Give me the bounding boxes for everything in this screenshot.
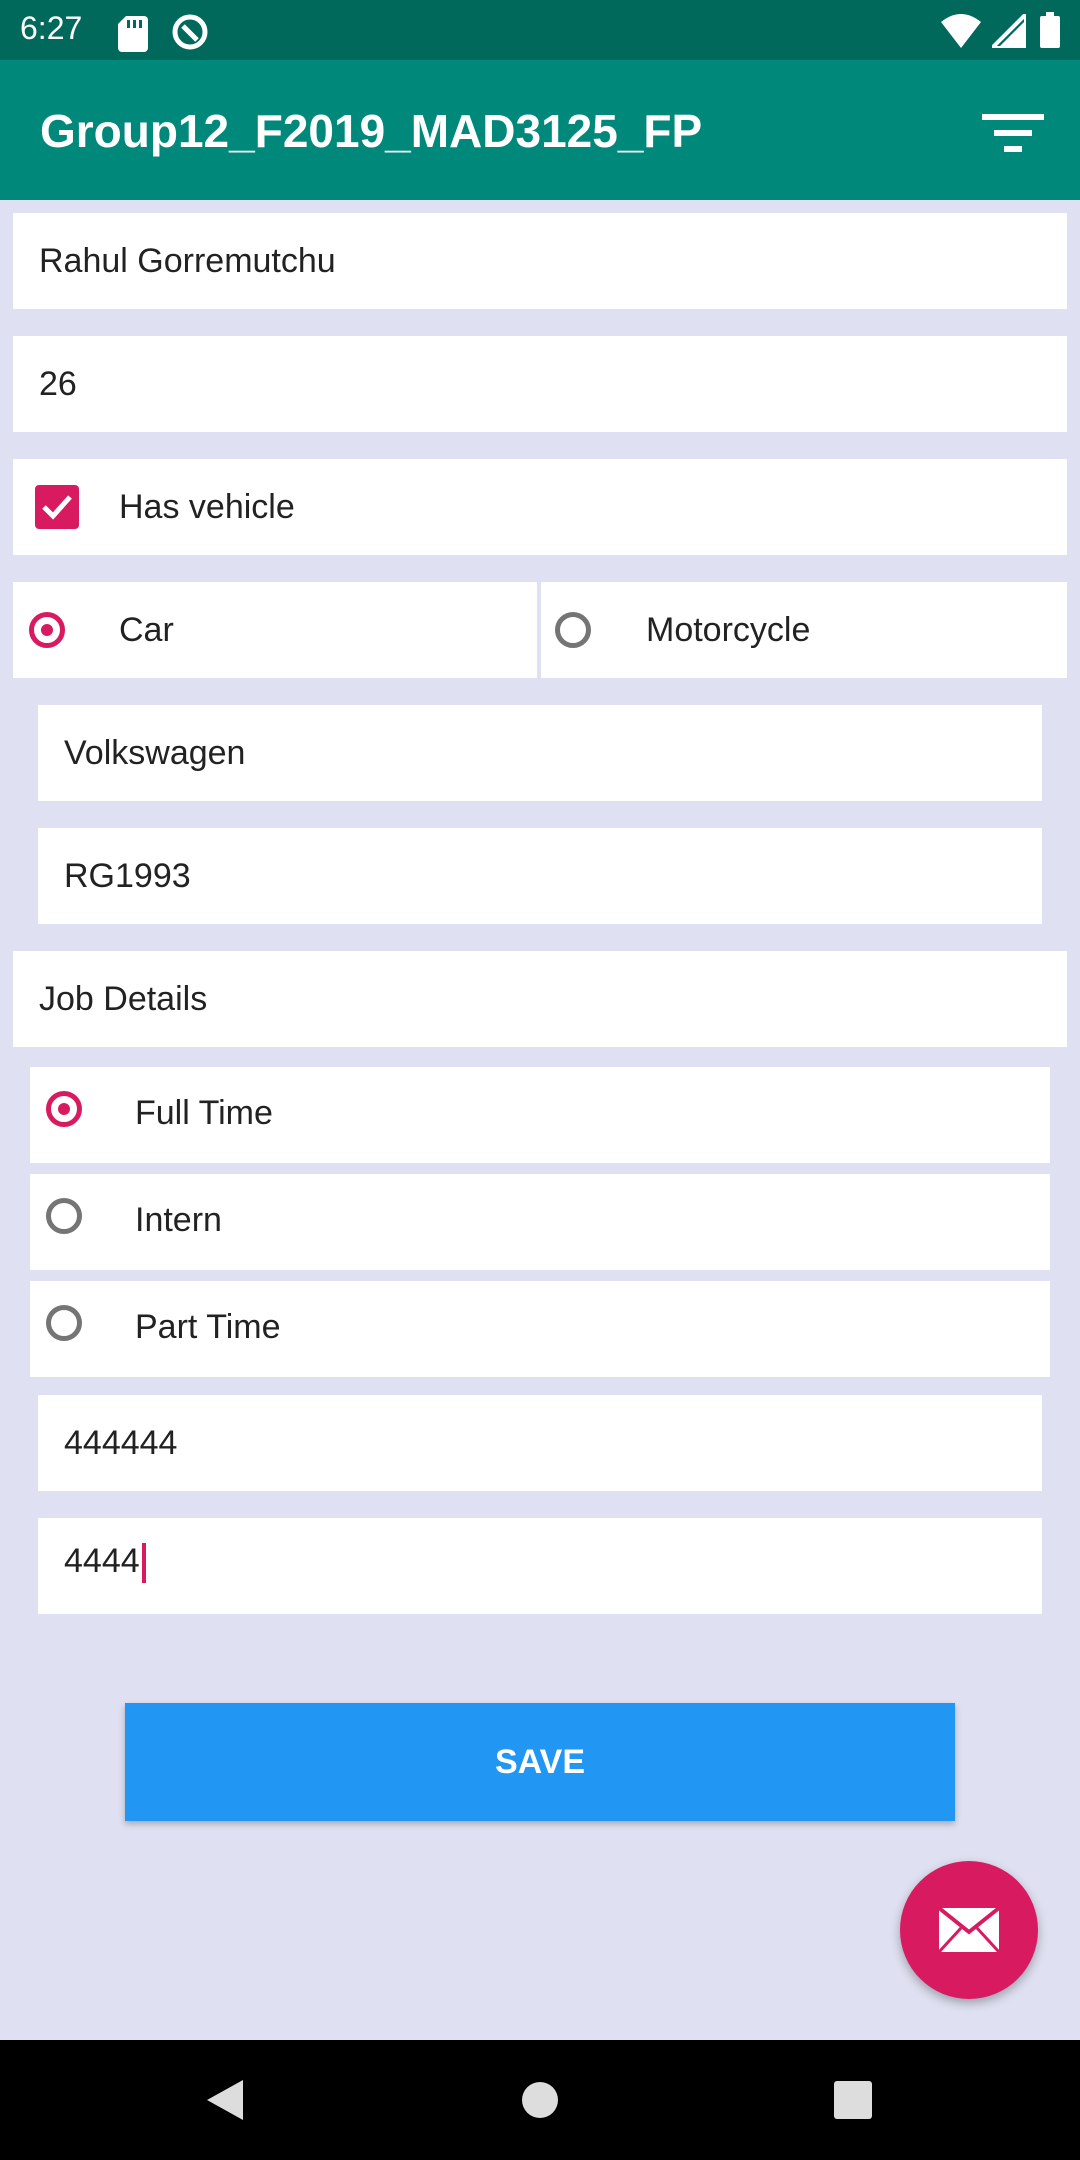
motorcycle-label: Motorcycle [646,611,811,649]
motorcycle-radio[interactable] [555,612,591,648]
status-icons-left [118,12,210,57]
filter-button[interactable] [982,108,1052,158]
wifi-icon [941,14,982,48]
part-time-label: Part Time [135,1308,281,1346]
filter-icon [982,114,1044,152]
full-time-radio[interactable] [46,1091,82,1127]
sd-card-icon [118,16,148,52]
has-vehicle-row: Has vehicle [13,459,1067,555]
full-time-label: Full Time [135,1094,273,1132]
job-type-intern[interactable]: Intern [30,1174,1050,1270]
bonus-value: 4444 [64,1542,140,1580]
bonus-field[interactable]: 4444 [38,1518,1042,1614]
battery-icon [1040,12,1060,48]
text-cursor [141,1543,146,1584]
email-fab[interactable] [900,1861,1038,1999]
status-time: 6:27 [20,10,83,46]
age-field[interactable]: 26 [13,336,1067,432]
has-vehicle-label: Has vehicle [119,488,295,526]
intern-radio[interactable] [46,1198,82,1234]
app-title: Group12_F2019_MAD3125_FP [40,105,703,157]
vehicle-type-motorcycle[interactable]: Motorcycle [541,582,1067,678]
salary-field[interactable]: 444444 [38,1395,1042,1491]
vehicle-plate-field[interactable]: RG1993 [38,828,1042,924]
vehicle-make-value: Volkswagen [64,734,246,772]
back-icon[interactable] [205,2078,245,2122]
car-label: Car [119,611,174,649]
name-field[interactable]: Rahul Gorremutchu [13,213,1067,309]
recents-icon[interactable] [834,2081,872,2119]
signal-icon [986,9,1028,50]
age-value: 26 [39,365,77,403]
vehicle-type-car[interactable]: Car [13,582,537,678]
save-button[interactable]: SAVE [125,1703,955,1821]
app-bar: Group12_F2019_MAD3125_FP [0,60,1080,200]
bonus-text: 4444 [64,1542,146,1584]
status-icons-right [941,9,1060,53]
checkmark-icon [42,495,72,520]
job-details-label: Job Details [39,980,208,1018]
intern-label: Intern [135,1201,222,1239]
salary-value: 444444 [64,1424,178,1462]
sync-icon [172,14,208,50]
has-vehicle-checkbox[interactable] [35,485,79,529]
email-icon [937,1906,1001,1954]
car-radio[interactable] [29,612,65,648]
name-value: Rahul Gorremutchu [39,242,336,280]
home-icon[interactable] [521,2081,559,2119]
part-time-radio[interactable] [46,1305,82,1341]
vehicle-plate-value: RG1993 [64,857,191,895]
vehicle-make-field[interactable]: Volkswagen [38,705,1042,801]
navigation-bar [0,2040,1080,2160]
job-type-full-time[interactable]: Full Time [30,1067,1050,1163]
status-bar: 6:27 [0,0,1080,60]
job-details-row: Job Details [13,951,1067,1047]
job-type-part-time[interactable]: Part Time [30,1281,1050,1377]
